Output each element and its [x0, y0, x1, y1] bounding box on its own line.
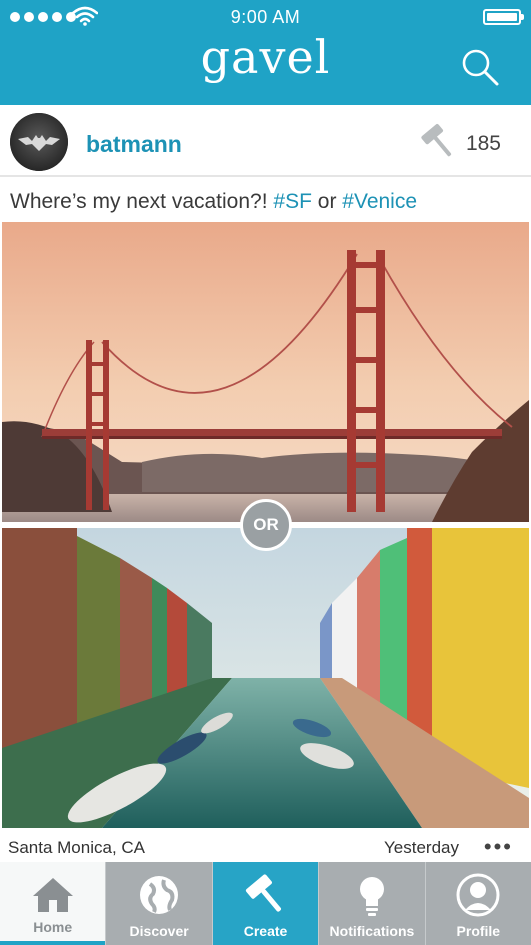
hashtag-venice[interactable]: #Venice	[342, 190, 417, 213]
avatar[interactable]	[10, 113, 68, 171]
golden-gate-image	[2, 222, 529, 522]
tab-profile-label: Profile	[456, 923, 501, 939]
caption-text: Where’s my next vacation?!	[10, 190, 268, 213]
or-badge: OR	[240, 499, 292, 551]
globe-icon	[140, 876, 179, 914]
post-caption: Where’s my next vacation?! #SF or #Venic…	[10, 190, 417, 214]
more-options-button[interactable]: •••	[484, 836, 513, 858]
tab-profile[interactable]: Profile	[424, 862, 531, 945]
tab-discover-label: Discover	[129, 923, 189, 939]
post-location: Santa Monica, CA	[8, 838, 146, 857]
home-icon	[32, 878, 73, 912]
photo-option-sf[interactable]	[2, 222, 529, 522]
profile-icon	[456, 873, 500, 917]
tab-create[interactable]: Create	[211, 862, 319, 945]
tab-notifications-label: Notifications	[329, 923, 415, 939]
photo-option-venice[interactable]	[2, 528, 529, 828]
post-header: batmann 185	[0, 105, 531, 177]
battery-icon	[483, 9, 524, 25]
tab-home[interactable]: Home	[0, 862, 106, 945]
bat-logo-icon	[10, 113, 68, 171]
status-bar: 9:00 AM	[0, 0, 531, 34]
post-username[interactable]: batmann	[86, 131, 182, 158]
lightbulb-icon	[359, 877, 384, 916]
caption-joiner: or	[317, 190, 337, 213]
app-logo: gavel	[200, 30, 331, 84]
venice-canal-image	[2, 528, 529, 828]
app-header: 9:00 AM gavel	[0, 0, 531, 105]
tab-create-label: Create	[243, 923, 288, 939]
hashtag-sf[interactable]: #SF	[273, 190, 312, 213]
gavel-icon[interactable]	[419, 121, 457, 161]
post-meta: Santa Monica, CA Yesterday •••	[0, 834, 531, 862]
status-time: 9:00 AM	[230, 7, 301, 27]
tab-discover[interactable]: Discover	[105, 862, 212, 945]
gavel-count: 185	[465, 132, 501, 155]
gavel-icon	[245, 874, 281, 912]
tab-notifications[interactable]: Notifications	[318, 862, 425, 945]
post-timestamp: Yesterday	[384, 838, 459, 857]
tab-home-label: Home	[33, 919, 73, 935]
tab-bar: Home Discover Create Notifications Profi…	[0, 862, 531, 945]
search-icon[interactable]	[459, 46, 501, 88]
